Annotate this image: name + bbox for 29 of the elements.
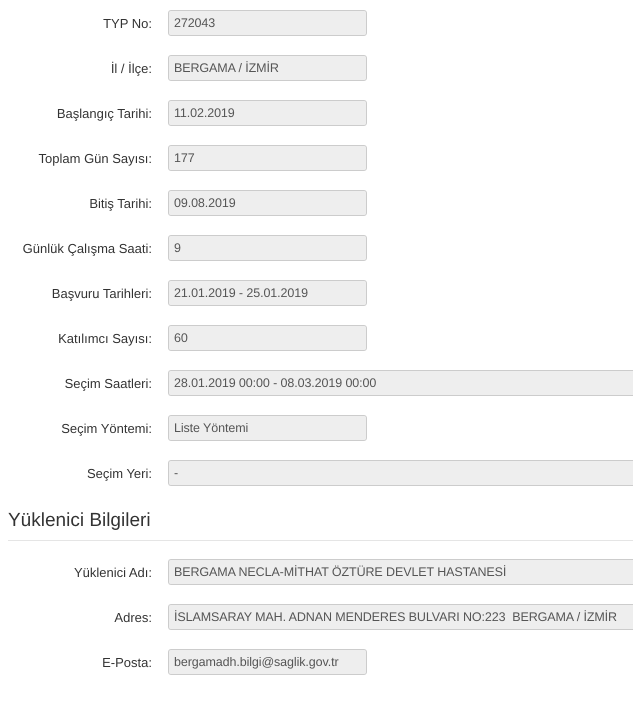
field-label: Başlangıç Tarihi: (56, 106, 152, 120)
input-field[interactable]: 177 (168, 145, 367, 171)
field-label: E-Posta: (101, 654, 152, 670)
input-field[interactable]: - (168, 460, 633, 486)
field-label: Toplam Gün Sayısı: (38, 150, 152, 166)
input-field[interactable]: 28.01.2019 00:00 - 08.03.2019 00:00 (168, 370, 633, 396)
field-label: Yüklenici Adı: (72, 564, 152, 580)
field-label: Günlük Çalışma Saati: (22, 240, 152, 256)
input-field[interactable]: bergamadh.bilgi@saglik.gov.tr (168, 649, 367, 675)
input-field[interactable]: İSLAMSARAY MAH. ADNAN MENDERES BULVARI NO:223 BERGAMA / İZMİR (168, 604, 633, 630)
field-label: Katılımcı Sayısı: (57, 330, 152, 346)
input-field[interactable]: 9 (168, 235, 367, 261)
input-field[interactable]: BERGAMA / İZMİR (168, 55, 367, 81)
field-label: Başvuru Tarihleri: (50, 286, 152, 300)
field-label: Seçim Yeri: (86, 466, 152, 480)
field-label: Adres: (113, 610, 152, 624)
input-field[interactable]: 272043 (168, 10, 367, 36)
section-heading: Yüklenici Bilgileri (8, 509, 152, 533)
input-field[interactable]: Liste Yöntemi (168, 415, 367, 441)
field-label: TYP No: (102, 16, 152, 30)
input-field[interactable]: BERGAMA NECLA-MİTHAT ÖZTÜRE DEVLET HASTANESİ (168, 559, 633, 585)
input-field[interactable]: 21.01.2019 - 25.01.2019 (168, 280, 367, 306)
field-label: Bitiş Tarihi: (88, 196, 152, 210)
field-label: Seçim Yöntemi: (60, 420, 152, 436)
input-field[interactable]: 11.02.2019 (168, 100, 367, 126)
field-label: Seçim Saatleri: (64, 376, 152, 390)
input-field[interactable]: 60 (168, 325, 367, 351)
input-field[interactable]: 09.08.2019 (168, 190, 367, 216)
field-label: İl / İlçe: (110, 60, 152, 76)
